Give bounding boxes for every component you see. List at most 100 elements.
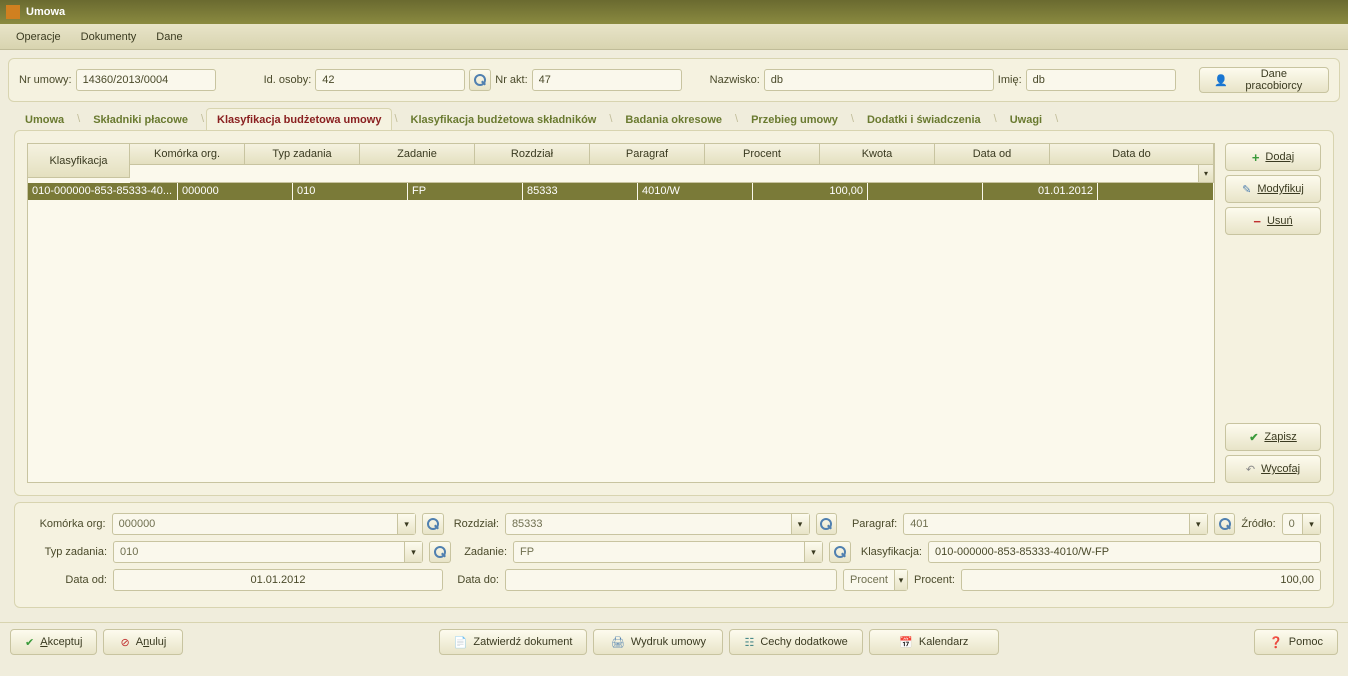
col-typ[interactable]: Typ zadania [245,144,360,165]
menu-dokumenty[interactable]: Dokumenty [71,27,147,47]
cell-typ: 010 [293,183,408,200]
tab-skladniki-placowe[interactable]: Składniki płacowe [82,108,199,130]
typ-search-button[interactable] [429,541,451,563]
col-kwota[interactable]: Kwota [820,144,935,165]
chevron-down-icon[interactable] [1189,514,1207,534]
pomoc-button[interactable]: ❓Pomoc [1254,629,1338,655]
zadanie-search-button[interactable] [829,541,851,563]
imie-label: Imię: [998,74,1022,86]
rozdzial-search-button[interactable] [816,513,838,535]
id-osoby-label: Id. osoby: [264,74,312,86]
col-paragraf[interactable]: Paragraf [590,144,705,165]
dataod-input[interactable] [113,569,443,591]
cell-zadanie: FP [408,183,523,200]
zapisz-button[interactable]: ✔Zapisz [1225,423,1321,451]
chevron-down-icon[interactable] [1302,514,1320,534]
col-komorka[interactable]: Komórka org. [130,144,245,165]
check-icon: ✔ [1249,431,1258,444]
search-icon [834,546,846,558]
chevron-down-icon[interactable] [894,570,907,590]
nr-umowy-input[interactable] [76,69,216,91]
paragraf-search-button[interactable] [1214,513,1236,535]
zadanie-select[interactable]: FP [513,541,823,563]
plus-icon: + [1252,150,1260,165]
datado-input[interactable] [505,569,837,591]
id-osoby-search-button[interactable] [469,69,491,91]
menu-dane[interactable]: Dane [146,27,192,47]
search-icon [1219,518,1231,530]
window-title: Umowa [26,6,65,18]
komorka-select[interactable]: 000000 [112,513,417,535]
rozdzial-select[interactable]: 85333 [505,513,810,535]
typ-select[interactable]: 010 [113,541,423,563]
klas-input[interactable] [928,541,1321,563]
nazwisko-input[interactable] [764,69,994,91]
imie-input[interactable] [1026,69,1176,91]
dodaj-button[interactable]: +Dodaj [1225,143,1321,171]
filter-dropdown-icon[interactable] [1198,165,1213,182]
zrodlo-select[interactable]: 0 [1282,513,1321,535]
check-icon: ✔ [25,636,34,649]
cell-klasyfikacja: 010-000000-853-85333-40... [28,183,178,200]
filter-dataod[interactable] [935,165,1050,183]
chevron-down-icon[interactable] [804,542,822,562]
filter-datado[interactable] [1050,165,1214,183]
filter-procent[interactable] [705,165,820,183]
cell-dataod: 01.01.2012 [983,183,1098,200]
nr-akt-input[interactable] [532,69,682,91]
dane-pracobiorcy-button[interactable]: 👤 Dane pracobiorcy [1199,67,1329,93]
tab-badania-okresowe[interactable]: Badania okresowe [614,108,733,130]
zadanie-label: Zadanie: [457,546,507,558]
menubar: Operacje Dokumenty Dane [0,24,1348,50]
filter-komorka[interactable] [130,165,245,183]
calendar-icon: 📅 [899,636,913,649]
nr-umowy-label: Nr umowy: [19,74,72,86]
filter-zadanie[interactable] [360,165,475,183]
cechy-button[interactable]: ☷Cechy dodatkowe [729,629,862,655]
zatwierdz-button[interactable]: 📄Zatwierdź dokument [439,629,588,655]
komorka-search-button[interactable] [422,513,444,535]
procent-input[interactable] [961,569,1321,591]
filter-paragraf[interactable] [590,165,705,183]
col-dataod[interactable]: Data od [935,144,1050,165]
col-datado[interactable]: Data do [1050,144,1214,165]
usun-button[interactable]: −Usuń [1225,207,1321,235]
col-rozdzial[interactable]: Rozdział [475,144,590,165]
id-osoby-input[interactable] [315,69,465,91]
chevron-down-icon[interactable] [791,514,809,534]
procent-type-select[interactable]: Procent [843,569,908,591]
procent-label: Procent: [914,574,955,586]
akceptuj-button[interactable]: ✔AAkceptujkceptuj [10,629,97,655]
help-icon: ❓ [1269,636,1283,649]
tab-umowa[interactable]: Umowa [14,108,75,130]
tab-przebieg-umowy[interactable]: Przebieg umowy [740,108,849,130]
tab-uwagi[interactable]: Uwagi [999,108,1053,130]
col-klasyfikacja[interactable]: Klasyfikacja [28,144,130,178]
kalendarz-button[interactable]: 📅Kalendarz [869,629,999,655]
undo-icon: ↶ [1246,463,1255,476]
tab-dodatki[interactable]: Dodatki i świadczenia [856,108,992,130]
print-icon: 🖨 [611,636,625,649]
anuluj-button[interactable]: ⊘Anuluj [103,629,183,655]
col-zadanie[interactable]: Zadanie [360,144,475,165]
modyfikuj-button[interactable]: ✎Modyfikuj [1225,175,1321,203]
wycofaj-button[interactable]: ↶Wycofaj [1225,455,1321,483]
tab-klasyfikacja-skladnikow[interactable]: Klasyfikacja budżetowa składników [400,108,608,130]
col-procent[interactable]: Procent [705,144,820,165]
paragraf-select[interactable]: 401 [903,513,1208,535]
table-row[interactable]: 010-000000-853-85333-40... 000000 010 FP… [28,183,1214,200]
search-icon [820,518,832,530]
chevron-down-icon[interactable] [397,514,415,534]
nazwisko-label: Nazwisko: [710,74,760,86]
tab-klasyfikacja-umowy[interactable]: Klasyfikacja budżetowa umowy [206,108,392,130]
filter-datado-input[interactable] [1050,165,1198,182]
document-icon: 📄 [454,636,468,649]
filter-kwota[interactable] [820,165,935,183]
klas-label: Klasyfikacja: [857,546,922,558]
wydruk-button[interactable]: 🖨Wydruk umowy [593,629,723,655]
cell-procent: 100,00 [753,183,868,200]
filter-typ[interactable] [245,165,360,183]
chevron-down-icon[interactable] [404,542,422,562]
filter-rozdzial[interactable] [475,165,590,183]
menu-operacje[interactable]: Operacje [6,27,71,47]
